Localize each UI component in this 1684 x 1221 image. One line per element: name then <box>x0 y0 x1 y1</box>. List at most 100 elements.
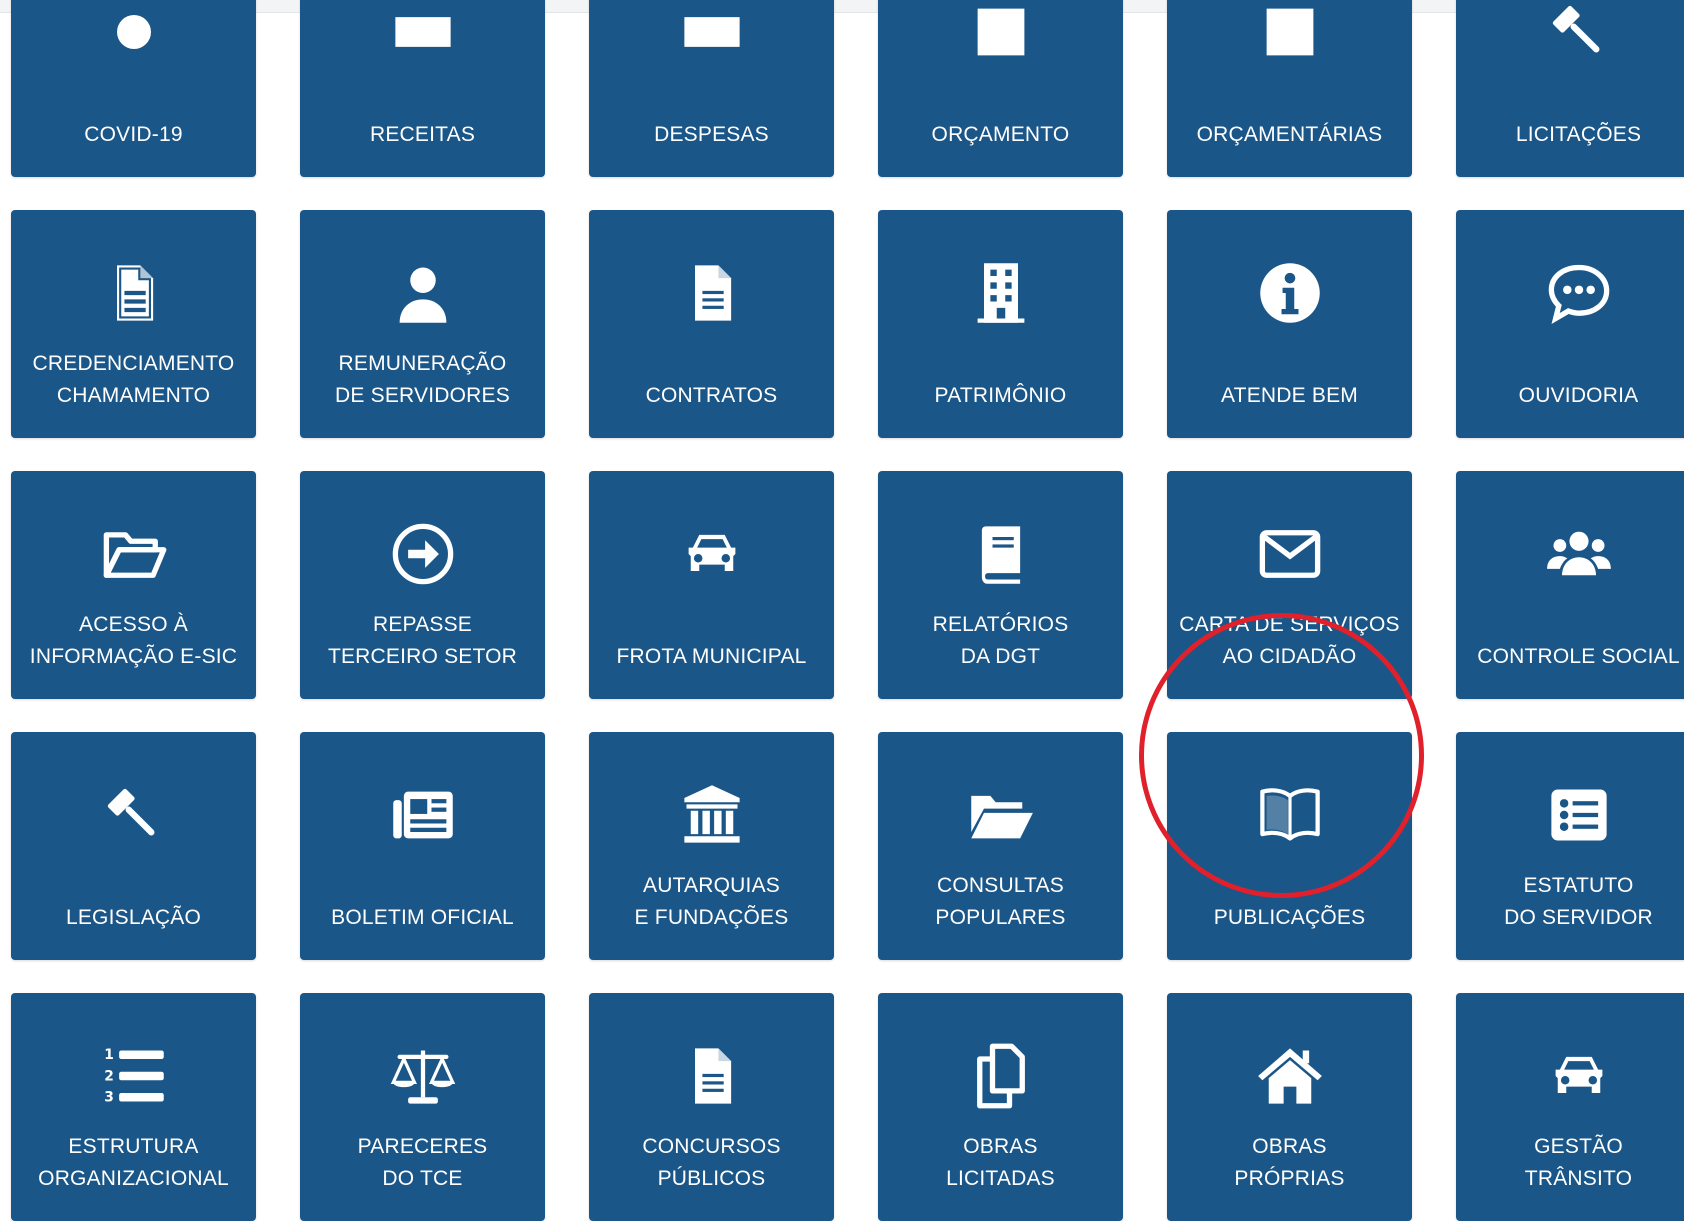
tile-label-line: CONSULTAS <box>936 874 1065 897</box>
tile-label-line: TRÂNSITO <box>1524 1167 1633 1190</box>
building-icon <box>964 256 1038 330</box>
tile-label: REMUNERAÇÃO DE SERVIDORES <box>308 346 537 412</box>
tile-label-line: PATRIMÔNIO <box>934 384 1067 407</box>
tile-relatorios-da-dgt[interactable]: RELATÓRIOS DA DGT <box>878 471 1123 699</box>
tile-label-line: CONTROLE SOCIAL <box>1477 645 1680 668</box>
tile-label: BOLETIM OFICIAL <box>308 868 537 934</box>
tile-label-line: AO CIDADÃO <box>1222 645 1357 668</box>
tile-label-line: CREDENCIAMENTO <box>32 352 235 375</box>
tile-consultas-populares[interactable]: CONSULTAS POPULARES <box>878 732 1123 960</box>
tile-label-line: OUVIDORIA <box>1518 384 1639 407</box>
tile-label-line: DO SERVIDOR <box>1504 906 1653 929</box>
open-book-icon <box>1253 778 1327 852</box>
tile-controle-social[interactable]: CONTROLE SOCIAL <box>1456 471 1684 699</box>
tile-label-line: RECEITAS <box>369 123 476 146</box>
tile-credenciamento-chamamento[interactable]: CREDENCIAMENTO CHAMAMENTO <box>11 210 256 438</box>
tile-label: GESTÃO TRÂNSITO <box>1464 1129 1684 1195</box>
tile-contratos[interactable]: CONTRATOS <box>589 210 834 438</box>
money-out-icon <box>675 0 749 69</box>
tile-label: PARECERES DO TCE <box>308 1129 537 1195</box>
tile-carta-de-servicos-ao-cidadao[interactable]: CARTA DE SERVIÇOS AO CIDADÃO <box>1167 471 1412 699</box>
tile-label-line: ESTATUTO <box>1523 874 1634 897</box>
tile-remuneracao-de-servidores[interactable]: REMUNERAÇÃO DE SERVIDORES <box>300 210 545 438</box>
tile-covid-19[interactable]: COVID-19 <box>11 0 256 177</box>
tile-label-line: LICITAÇÕES <box>1515 123 1642 146</box>
tile-label: LEGISLAÇÃO <box>19 868 248 934</box>
list-ol-icon: 1 2 3 <box>97 1039 171 1113</box>
tile-label-line: E FUNDAÇÕES <box>634 906 789 929</box>
users-icon <box>1542 517 1616 591</box>
arrow-circle-right-icon <box>386 517 460 591</box>
tile-label: PUBLICAÇÕES <box>1175 868 1404 934</box>
copy-icon <box>964 1039 1038 1113</box>
tile-label: DESPESAS <box>597 85 826 151</box>
tile-label-line: CONCURSOS <box>642 1135 781 1158</box>
tile-estatuto-do-servidor[interactable]: ESTATUTO DO SERVIDOR <box>1456 732 1684 960</box>
tile-acesso-a-informacao-e-sic[interactable]: ACESSO À INFORMAÇÃO E-SIC <box>11 471 256 699</box>
tile-label-line: DO TCE <box>382 1167 463 1190</box>
tile-label: CONTROLE SOCIAL <box>1464 607 1684 673</box>
tile-label-line: COVID-19 <box>84 123 183 146</box>
tile-label-line: OBRAS <box>963 1135 1038 1158</box>
tile-repasse-terceiro-setor[interactable]: REPASSE TERCEIRO SETOR <box>300 471 545 699</box>
tile-label-line: REPASSE <box>372 613 473 636</box>
tile-frota-municipal[interactable]: FROTA MUNICIPAL <box>589 471 834 699</box>
tile-label-line: DESPESAS <box>654 123 769 146</box>
tile-label-line: BOLETIM OFICIAL <box>331 906 514 929</box>
tile-orcamentarias[interactable]: ORÇAMENTÁRIAS <box>1167 0 1412 177</box>
tile-label-line: ACESSO À <box>79 613 188 636</box>
tile-pareceres-do-tce[interactable]: PARECERES DO TCE <box>300 993 545 1221</box>
tile-label: CREDENCIAMENTO CHAMAMENTO <box>19 346 248 412</box>
tile-orcamento[interactable]: ORÇAMENTO <box>878 0 1123 177</box>
tile-concursos-publicos[interactable]: CONCURSOS PÚBLICOS <box>589 993 834 1221</box>
virus-icon <box>97 0 171 69</box>
tile-boletim-oficial[interactable]: BOLETIM OFICIAL <box>300 732 545 960</box>
tile-despesas[interactable]: DESPESAS <box>589 0 834 177</box>
tile-label: OUVIDORIA <box>1464 346 1684 412</box>
chat-bubble-icon <box>1542 256 1616 330</box>
folder-open-solid-icon <box>964 778 1038 852</box>
svg-text:1: 1 <box>104 1047 114 1063</box>
tile-legislacao[interactable]: LEGISLAÇÃO <box>11 732 256 960</box>
tile-label: RECEITAS <box>308 85 537 151</box>
tile-label-line: CONTRATOS <box>645 384 778 407</box>
tile-estrutura-organizacional[interactable]: 1 2 3 ESTRUTURA ORGANIZACIONAL <box>11 993 256 1221</box>
home-icon <box>1253 1039 1327 1113</box>
tile-licitacoes[interactable]: LICITAÇÕES <box>1456 0 1684 177</box>
envelope-icon <box>1253 517 1327 591</box>
tile-obras-licitadas[interactable]: OBRAS LICITADAS <box>878 993 1123 1221</box>
gavel-icon <box>1542 0 1616 69</box>
tile-label: OBRAS LICITADAS <box>886 1129 1115 1195</box>
tile-label: CONTRATOS <box>597 346 826 412</box>
tile-autarquias-e-fundacoes[interactable]: AUTARQUIAS E FUNDAÇÕES <box>589 732 834 960</box>
tile-publicacoes[interactable]: PUBLICAÇÕES <box>1167 732 1412 960</box>
balance-scale-icon <box>386 1039 460 1113</box>
tile-label: CARTA DE SERVIÇOS AO CIDADÃO <box>1175 607 1404 673</box>
tile-label: CONSULTAS POPULARES <box>886 868 1115 934</box>
tile-atende-bem[interactable]: ATENDE BEM <box>1167 210 1412 438</box>
tile-label: ESTATUTO DO SERVIDOR <box>1464 868 1684 934</box>
money-in-icon <box>386 0 460 69</box>
tile-label-line: FROTA MUNICIPAL <box>616 645 807 668</box>
tile-label: ESTRUTURA ORGANIZACIONAL <box>19 1129 248 1195</box>
institution-icon <box>675 778 749 852</box>
tile-label-line: PÚBLICOS <box>657 1167 766 1190</box>
tile-label: ATENDE BEM <box>1175 346 1404 412</box>
tile-label: CONCURSOS PÚBLICOS <box>597 1129 826 1195</box>
tile-label-line: CHAMAMENTO <box>56 384 211 407</box>
budget-laws-icon <box>1253 0 1327 69</box>
tile-gestao-transito[interactable]: GESTÃO TRÂNSITO <box>1456 993 1684 1221</box>
tile-label-line: LICITADAS <box>946 1167 1055 1190</box>
tile-patrimonio[interactable]: PATRIMÔNIO <box>878 210 1123 438</box>
tile-label: ORÇAMENTÁRIAS <box>1175 85 1404 151</box>
tile-ouvidoria[interactable]: OUVIDORIA <box>1456 210 1684 438</box>
svg-text:2: 2 <box>104 1068 114 1084</box>
tile-label: LICITAÇÕES <box>1464 85 1684 151</box>
tile-receitas[interactable]: RECEITAS <box>300 0 545 177</box>
tile-label: PATRIMÔNIO <box>886 346 1115 412</box>
tile-label-line: PARECERES <box>357 1135 488 1158</box>
tile-label-line: PRÓPRIAS <box>1234 1167 1345 1190</box>
folder-open-icon <box>97 517 171 591</box>
tile-label: ORÇAMENTO <box>886 85 1115 151</box>
tile-obras-proprias[interactable]: OBRAS PRÓPRIAS <box>1167 993 1412 1221</box>
